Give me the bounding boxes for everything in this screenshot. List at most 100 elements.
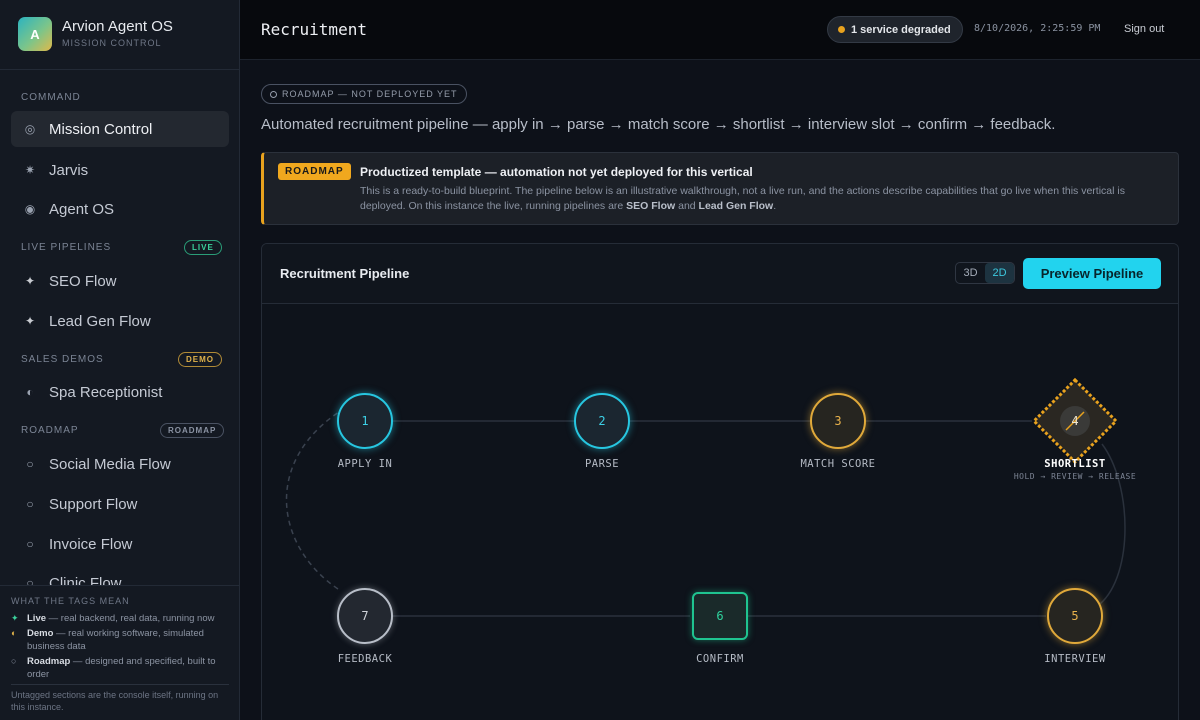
pipeline-panel: Recruitment Pipeline 3D 2D Preview Pipel…	[261, 243, 1179, 720]
legend-row-live: ✦ Live — real backend, real data, running…	[11, 612, 233, 625]
node-label: CONFIRM	[696, 653, 744, 665]
panel-header: Recruitment Pipeline 3D 2D Preview Pipel…	[262, 244, 1178, 304]
roadmap-notice: ROADMAP Productized template — automatio…	[261, 152, 1179, 225]
status-badge[interactable]: 1 service degraded	[827, 16, 963, 43]
sidebar-item-label: Clinic Flow	[49, 574, 122, 586]
legend-desc: — real backend, real data, running now	[46, 613, 215, 624]
brand[interactable]: A Arvion Agent OS MISSION CONTROL	[0, 0, 239, 70]
demo-badge: DEMO	[178, 352, 222, 367]
pipeline-canvas: 1 APPLY IN 2 PARSE 3 MATCH SCORE 4 SHORT…	[262, 304, 1178, 720]
roadmap-badge: ROADMAP	[160, 423, 225, 438]
view-mode-toggle: 3D 2D	[955, 262, 1015, 284]
pipeline-node-shortlist[interactable]: 4	[1060, 409, 1090, 433]
sidebar-item-lead-gen-flow[interactable]: ✦ Lead Gen Flow	[11, 303, 229, 339]
pipeline-node-interview[interactable]: 5	[1047, 588, 1103, 644]
sidebar-item-seo-flow[interactable]: ✦ SEO Flow	[11, 263, 229, 299]
notice-body: This is a ready-to-build blueprint. The …	[360, 184, 1160, 214]
toggle-2d[interactable]: 2D	[985, 263, 1014, 283]
section-label-command: COMMAND	[21, 92, 81, 103]
clock: 8/10/2026, 2:25:59 PM	[974, 23, 1101, 34]
section-label-sales-demos: SALES DEMOS	[21, 354, 104, 365]
sidebar-item-spa-receptionist[interactable]: ◐ Spa Receptionist	[11, 374, 229, 410]
notice-text: .	[773, 200, 777, 212]
ring-icon: ○	[26, 497, 34, 511]
brand-subtitle: MISSION CONTROL	[62, 38, 162, 48]
node-sublabel: HOLD → REVIEW → RELEASE	[1013, 472, 1137, 481]
pipeline-node-feedback[interactable]: 7	[337, 588, 393, 644]
node-label: PARSE	[584, 458, 620, 470]
section-label-live-pipelines: LIVE PIPELINES	[21, 242, 112, 253]
sidebar-item-label: Spa Receptionist	[49, 383, 163, 401]
legend-footer: Untagged sections are the console itself…	[11, 684, 229, 713]
sidebar-item-mission-control[interactable]: ◎ Mission Control	[11, 111, 229, 147]
notice-text: and	[675, 200, 699, 212]
sidebar-item-label: Agent OS	[49, 200, 115, 218]
sidebar-nav: COMMAND ◎ Mission Control ✷ Jarvis ◉ Age…	[0, 70, 239, 585]
logo: A	[18, 17, 52, 51]
legend-row-demo: ◐ Demo — real working software, simulated…	[11, 627, 233, 653]
pipeline-node-apply-in[interactable]: 1	[337, 393, 393, 449]
page-title: Recruitment	[261, 20, 367, 39]
node-label: INTERVIEW	[1044, 653, 1106, 665]
sidebar-item-agent-os[interactable]: ◉ Agent OS	[11, 191, 229, 227]
sidebar-item-label: Support Flow	[49, 495, 138, 513]
panel-title: Recruitment Pipeline	[280, 266, 410, 281]
pipeline-node-match-score[interactable]: 3	[810, 393, 866, 449]
node-label: SHORTLIST	[1044, 458, 1106, 470]
sidebar-item-label: SEO Flow	[49, 272, 117, 290]
legend-name: Live	[27, 613, 47, 624]
pipeline-node-confirm[interactable]: 6	[692, 592, 748, 640]
star-icon: ✦	[24, 314, 36, 328]
node-label: APPLY IN	[337, 458, 393, 470]
sidebar: A Arvion Agent OS MISSION CONTROL COMMAN…	[0, 0, 240, 720]
legend-name: Demo	[27, 628, 54, 639]
page-subtitle: Automated recruitment pipeline — apply i…	[261, 116, 1056, 133]
live-badge: LIVE	[184, 240, 222, 255]
sidebar-item-invoice-flow[interactable]: ○ Invoice Flow	[11, 526, 229, 562]
legend-desc: — real working software, simulated busin…	[27, 628, 204, 652]
star-icon: ✦	[24, 274, 36, 288]
legend-name: Roadmap	[27, 656, 71, 667]
seo-flow-link[interactable]: SEO Flow	[626, 200, 675, 212]
sidebar-item-clinic-flow[interactable]: ○ Clinic Flow	[11, 565, 229, 586]
ring-icon	[270, 90, 277, 98]
ring-icon: ○	[26, 576, 34, 585]
chip-label: ROADMAP — NOT DEPLOYED YET	[282, 89, 458, 99]
radio-icon: ◉	[24, 202, 36, 216]
toggle-3d[interactable]: 3D	[956, 263, 985, 283]
brand-title: Arvion Agent OS	[62, 18, 173, 35]
roadmap-status-chip: ROADMAP — NOT DEPLOYED YET	[261, 84, 467, 104]
sign-out-button[interactable]: Sign out	[1124, 23, 1164, 35]
status-text: 1 service degraded	[851, 23, 951, 36]
sidebar-item-label: Jarvis	[49, 161, 89, 179]
sparkle-icon: ✷	[24, 163, 36, 177]
ring-icon: ○	[26, 457, 34, 471]
sidebar-item-label: Invoice Flow	[49, 535, 133, 553]
sidebar-item-label: Lead Gen Flow	[49, 312, 151, 330]
lead-gen-flow-link[interactable]: Lead Gen Flow	[699, 200, 774, 212]
ring-icon: ○	[11, 656, 17, 666]
legend-row-roadmap: ○ Roadmap — designed and specified, built…	[11, 655, 233, 681]
half-circle-icon: ◐	[11, 628, 17, 638]
target-icon: ◎	[24, 122, 36, 136]
sidebar-item-jarvis[interactable]: ✷ Jarvis	[11, 152, 229, 188]
status-dot-icon	[838, 26, 845, 33]
tag-legend: WHAT THE TAGS MEAN ✦ Live — real backend,…	[0, 585, 239, 720]
node-label: MATCH SCORE	[800, 458, 876, 470]
top-bar: Recruitment 1 service degraded 8/10/2026…	[240, 0, 1200, 60]
node-label: FEEDBACK	[337, 653, 393, 665]
ring-icon: ○	[26, 537, 34, 551]
half-circle-icon: ◐	[26, 385, 34, 399]
section-label-roadmap: ROADMAP	[21, 425, 79, 436]
sidebar-item-social-media-flow[interactable]: ○ Social Media Flow	[11, 446, 229, 482]
legend-title: WHAT THE TAGS MEAN	[11, 596, 130, 606]
notice-tag: ROADMAP	[278, 163, 351, 180]
star-icon: ✦	[11, 613, 19, 623]
preview-pipeline-button[interactable]: Preview Pipeline	[1023, 258, 1161, 289]
sidebar-item-support-flow[interactable]: ○ Support Flow	[11, 486, 229, 522]
main-content: ROADMAP — NOT DEPLOYED YET Automated rec…	[240, 60, 1200, 720]
sidebar-item-label: Social Media Flow	[49, 455, 171, 473]
sidebar-item-label: Mission Control	[49, 120, 153, 138]
notice-title: Productized template — automation not ye…	[360, 165, 753, 179]
pipeline-node-parse[interactable]: 2	[574, 393, 630, 449]
